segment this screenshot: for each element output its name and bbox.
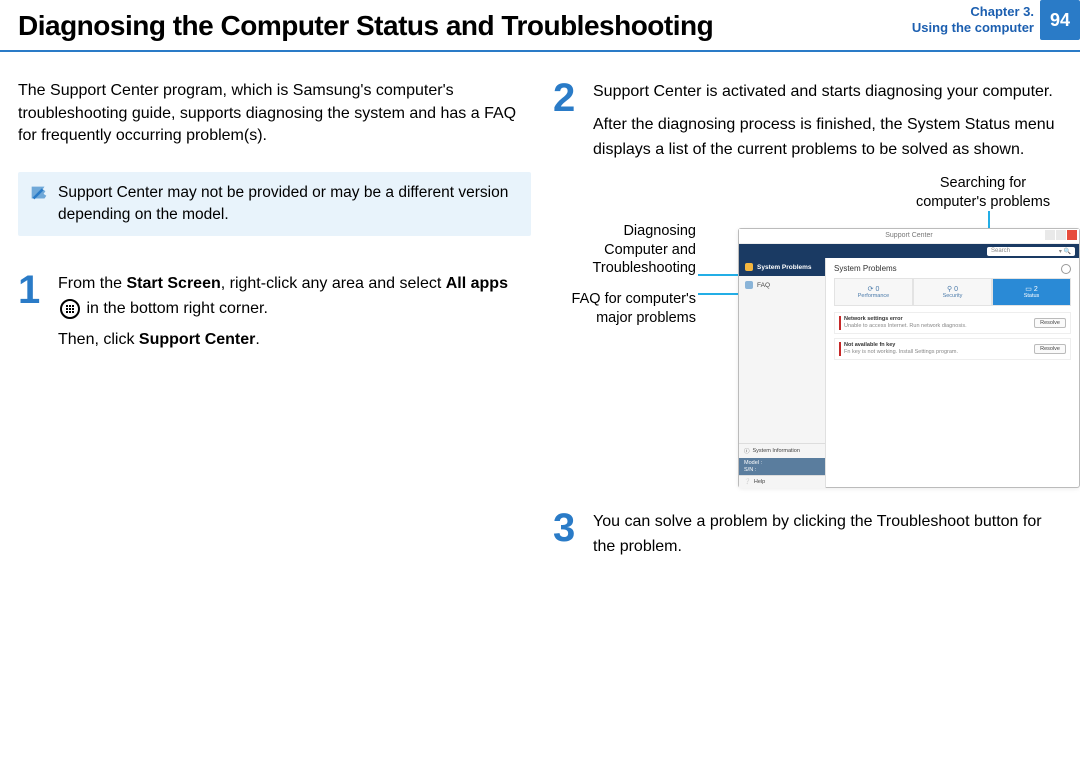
main-title: System Problems (834, 264, 897, 274)
tab-performance[interactable]: ⟳ 0 Performance (834, 278, 913, 306)
info-icon: ⓘ (744, 447, 750, 455)
problem-row: Not available fn key Fn key is not worki… (834, 338, 1071, 360)
annotation-diagnosing: Diagnosing Computer and Troubleshooting (570, 222, 696, 278)
close-icon[interactable] (1067, 230, 1077, 240)
sidebar-system-info[interactable]: ⓘ System Information (739, 443, 825, 458)
sidebar-item-system-problems[interactable]: System Problems (739, 258, 825, 276)
note-text: Support Center may not be provided or ma… (58, 182, 519, 226)
note-box: Support Center may not be provided or ma… (18, 172, 531, 236)
window-buttons[interactable] (1045, 230, 1077, 240)
window-titlebar: Support Center (739, 229, 1079, 244)
search-dropdown-icon[interactable]: ▾ 🔍 (1059, 248, 1071, 255)
chapter-label: Chapter 3. Using the computer (912, 4, 1034, 37)
help-icon: ❔ (744, 479, 751, 485)
problem-row: Network settings error Unable to access … (834, 312, 1071, 334)
maximize-icon[interactable] (1056, 230, 1066, 240)
support-center-window: Support Center Search ▾ 🔍 (738, 228, 1080, 488)
faq-icon (745, 281, 753, 289)
page-title: Diagnosing the Computer Status and Troub… (18, 10, 713, 42)
resolve-button[interactable]: Resolve (1034, 344, 1066, 354)
tab-security[interactable]: ⚲ 0 Security (913, 278, 992, 306)
annotation-faq: FAQ for computer's major problems (570, 290, 696, 327)
sidebar: System Problems FAQ ⓘ System Information (739, 258, 826, 488)
refresh-icon[interactable] (1061, 264, 1071, 274)
chapter-line1: Chapter 3. (912, 4, 1034, 20)
sidebar-model-box: Model : S/N : (739, 458, 825, 475)
sidebar-item-faq[interactable]: FAQ (739, 276, 825, 294)
sidebar-help[interactable]: ❔ Help (739, 475, 825, 488)
status-icon: ▭ (1025, 286, 1032, 293)
page-number: 94 (1040, 0, 1080, 40)
severity-bar-icon (839, 342, 841, 356)
system-problems-icon (745, 263, 753, 271)
search-bar: Search ▾ 🔍 (739, 244, 1079, 258)
search-input[interactable]: Search ▾ 🔍 (987, 247, 1075, 256)
annotation-search: Searching for computer's problems (903, 174, 1063, 211)
note-icon (28, 182, 50, 204)
all-apps-icon (60, 299, 80, 319)
minimize-icon[interactable] (1045, 230, 1055, 240)
tab-status[interactable]: ▭ 2 Status (992, 278, 1071, 306)
severity-bar-icon (839, 316, 841, 330)
intro-paragraph: The Support Center program, which is Sam… (18, 80, 531, 148)
step-number-3: 3 (553, 510, 583, 546)
step-1-body: From the Start Screen, right-click any a… (58, 272, 531, 352)
step-number-1: 1 (18, 272, 48, 308)
resolve-button[interactable]: Resolve (1034, 318, 1066, 328)
main-panel: System Problems ⟳ 0 Performance ⚲ 0 Secu… (826, 258, 1079, 488)
step-2-body: Support Center is activated and starts d… (593, 80, 1066, 162)
step-3-body: You can solve a problem by clicking the … (593, 510, 1066, 560)
security-icon: ⚲ (947, 286, 952, 293)
step-number-2: 2 (553, 80, 583, 116)
performance-icon: ⟳ (868, 286, 874, 293)
chapter-line2: Using the computer (912, 20, 1034, 36)
